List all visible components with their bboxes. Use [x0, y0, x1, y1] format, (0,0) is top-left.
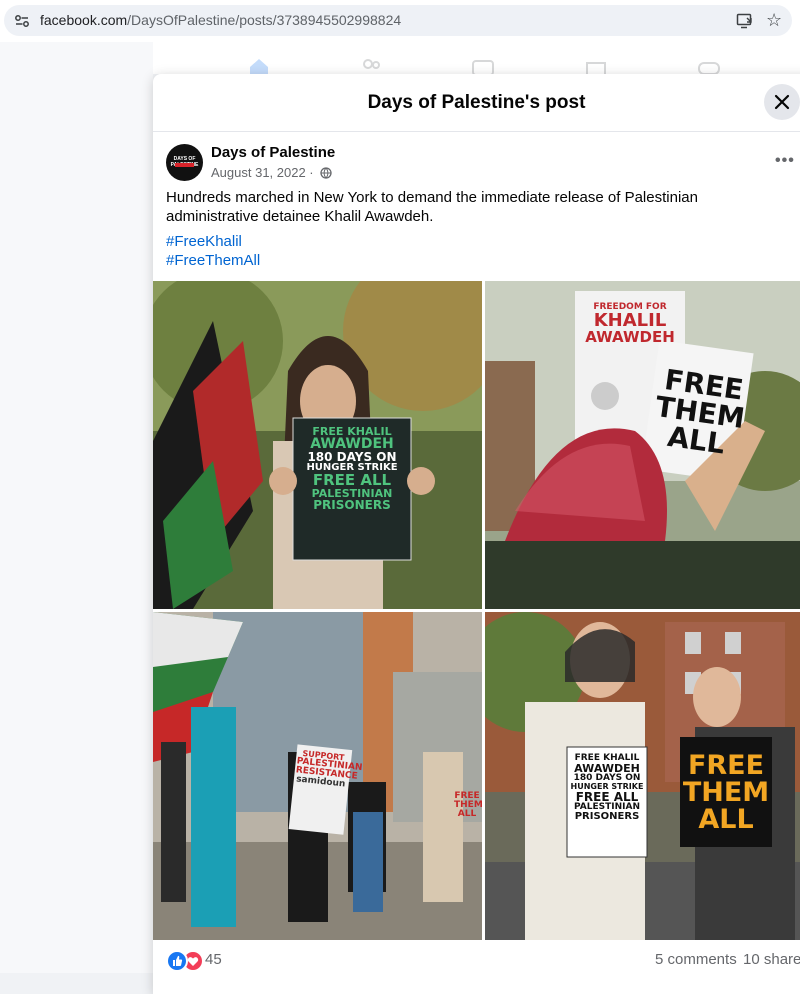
more-options-icon[interactable]: •••	[775, 152, 795, 170]
close-button[interactable]	[764, 84, 800, 120]
sign-text: FREE KHALIL AWAWDEH 180 DAYS ON HUNGER S…	[296, 426, 408, 511]
comments-count[interactable]: 5 comments	[655, 951, 737, 968]
sign-line: PRISONERS	[574, 811, 640, 822]
post-photo[interactable]: SUPPORT PALESTINIAN RESISTANCE samidoun …	[153, 612, 482, 940]
sign-line: PRISONERS	[313, 498, 391, 512]
post-author[interactable]: Days of Palestine	[211, 144, 335, 161]
thumbs-up-icon	[173, 955, 183, 966]
like-reaction-icon[interactable]	[166, 950, 188, 972]
sign-text: FREE KHALIL AWAWDEH 180 DAYS ON HUNGER S…	[569, 754, 645, 822]
post-footer: 45 5 comments 10 shares	[153, 940, 800, 980]
sign-line: FREE ALL	[312, 471, 392, 489]
sign-text: FREE THEM ALL	[650, 363, 751, 461]
sign-text: SUPPORT PALESTINIAN RESISTANCE samidoun	[294, 749, 363, 790]
sign-line: FREE	[687, 750, 765, 781]
site-info-icon[interactable]	[14, 13, 30, 29]
dialog-header: Days of Palestine's post	[153, 74, 800, 132]
background-feed	[0, 42, 153, 973]
post-meta: August 31, 2022 ·	[211, 165, 332, 180]
hashtag-link[interactable]: #FreeThemAll	[166, 252, 260, 269]
post-photo[interactable]: FREE KHALIL AWAWDEH 180 DAYS ON HUNGER S…	[153, 281, 482, 609]
sign-line: AWAWDEH	[310, 436, 394, 452]
close-icon	[774, 94, 790, 110]
post-photo[interactable]: FREE KHALIL AWAWDEH 180 DAYS ON HUNGER S…	[485, 612, 800, 940]
install-app-icon[interactable]	[736, 12, 754, 30]
sign-text: FREE THEM ALL	[454, 792, 482, 819]
sign-text: FREE THEM ALL	[682, 752, 770, 833]
post-photo[interactable]: FREEDOM FOR KHALIL AWAWDEH FREE THEM ALL	[485, 281, 800, 609]
url-path: /DaysOfPalestine/posts/3738945502998824	[127, 12, 402, 28]
post-date[interactable]: August 31, 2022 ·	[211, 165, 317, 180]
sign-line: AWAWDEH	[585, 328, 675, 346]
sign-line: ALL	[457, 809, 477, 819]
url-domain: facebook.com	[40, 12, 128, 28]
globe-icon	[320, 167, 332, 179]
avatar-logo-bar	[175, 163, 194, 167]
sign-line: ALL	[698, 804, 754, 835]
sign-line: THEM	[682, 777, 770, 808]
url-text[interactable]: facebook.com/DaysOfPalestine/posts/37389…	[40, 12, 401, 28]
sign-text: FREEDOM FOR KHALIL AWAWDEH	[580, 303, 680, 345]
shares-count[interactable]: 10 shares	[743, 951, 800, 968]
post-text: Hundreds marched in New York to demand t…	[166, 189, 698, 225]
avatar[interactable]: DAYS OF PALESTINE	[166, 144, 203, 181]
bookmark-star-icon[interactable]: ☆	[766, 11, 784, 29]
dialog-title: Days of Palestine's post	[367, 92, 586, 113]
reaction-count[interactable]: 45	[205, 951, 222, 968]
browser-toolbar: facebook.com/DaysOfPalestine/posts/37389…	[0, 0, 800, 43]
address-bar[interactable]: facebook.com/DaysOfPalestine/posts/37389…	[4, 5, 792, 36]
hashtag-link[interactable]: #FreeKhalil	[166, 233, 242, 250]
post-dialog: Days of Palestine's post DAYS OF PALESTI…	[153, 74, 800, 994]
